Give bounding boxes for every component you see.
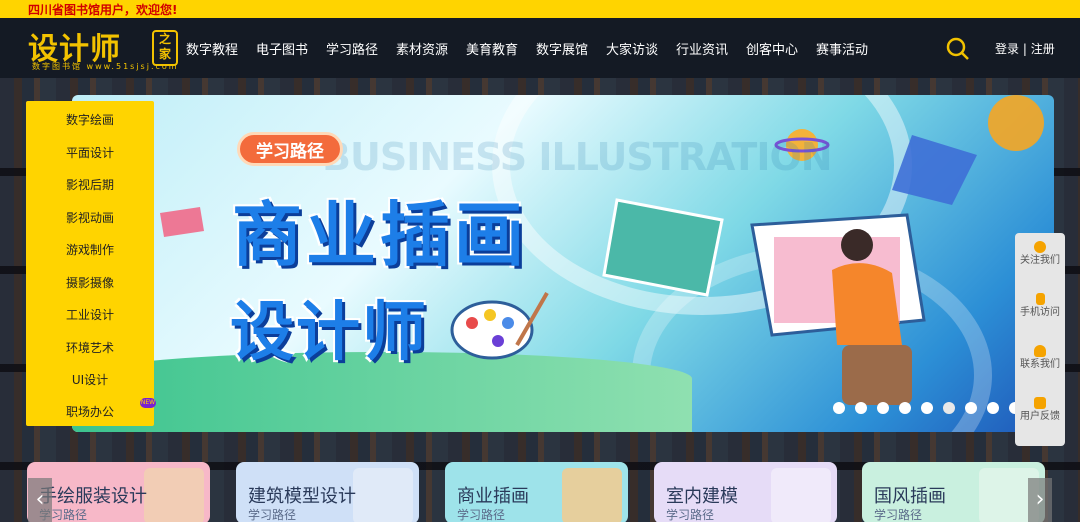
nav-item-tutorials[interactable]: 数字教程 xyxy=(186,39,238,58)
site-header: 设计师 之家 数字图书馆 www.51sjsj.com 数字教程 电子图书 学习… xyxy=(0,18,1080,78)
card-art xyxy=(353,468,413,522)
mobile-access-button[interactable]: 手机访问 xyxy=(1015,293,1065,319)
nav-item-ebooks[interactable]: 电子图书 xyxy=(256,39,308,58)
carousel-dot[interactable] xyxy=(965,402,977,414)
category-environment-art[interactable]: 环境艺术 xyxy=(26,339,154,356)
card-architecture-model[interactable]: 建筑模型设计 学习路径 xyxy=(236,462,419,522)
nav-item-industry-news[interactable]: 行业资讯 xyxy=(676,39,728,58)
card-art xyxy=(144,468,204,522)
login-link[interactable]: 登录 xyxy=(995,42,1019,56)
banner-title-line2: 设计师 xyxy=(230,296,428,370)
carousel-dot[interactable] xyxy=(987,402,999,414)
category-photography[interactable]: 摄影摄像 xyxy=(26,274,154,291)
card-subtitle: 学习路径 xyxy=(248,508,297,522)
category-ui-design[interactable]: UI设计 xyxy=(26,371,154,388)
floating-sidebar: 关注我们 手机访问 联系我们 用户反馈 xyxy=(1015,233,1065,446)
feedback-label: 用户反馈 xyxy=(1020,411,1060,422)
banner-tag: 学习路径 xyxy=(237,132,343,166)
search-icon[interactable] xyxy=(946,37,970,61)
feedback-button[interactable]: 用户反馈 xyxy=(1015,397,1065,423)
category-menu: 数字绘画 平面设计 影视后期 影视动画 游戏制作 摄影摄像 工业设计 环境艺术 … xyxy=(26,101,156,426)
auth-separator: | xyxy=(1022,42,1027,56)
chat-icon xyxy=(1034,241,1046,253)
card-subtitle: 学习路径 xyxy=(874,508,923,522)
category-graphic-design[interactable]: 平面设计 xyxy=(26,144,154,161)
card-title: 手绘服装设计 xyxy=(39,486,147,507)
site-logo[interactable]: 设计师 之家 数字图书馆 www.51sjsj.com xyxy=(28,26,180,72)
card-art xyxy=(562,468,622,522)
category-post-production[interactable]: 影视后期 xyxy=(26,176,154,193)
card-chinese-style-illustration[interactable]: 国风插画 学习路径 xyxy=(862,462,1045,522)
mobile-access-label: 手机访问 xyxy=(1020,307,1060,318)
user-icon xyxy=(1034,345,1046,357)
hero-banner[interactable]: BUSINESS ILLUSTRATION 学习路径 商业插画 设计师 xyxy=(72,95,1054,432)
category-animation[interactable]: 影视动画 xyxy=(26,209,154,226)
contact-us-button[interactable]: 联系我们 xyxy=(1015,345,1065,371)
card-fashion-design[interactable]: 手绘服装设计 学习路径 xyxy=(27,462,210,522)
nav-item-assets[interactable]: 素材资源 xyxy=(396,39,448,58)
category-game-dev[interactable]: 游戏制作 xyxy=(26,241,154,258)
welcome-text: 四川省图书馆用户，欢迎您! xyxy=(28,3,178,17)
follow-us-button[interactable]: 关注我们 xyxy=(1015,241,1065,267)
nav-item-art-education[interactable]: 美育教育 xyxy=(466,39,518,58)
card-title: 商业插画 xyxy=(457,486,529,507)
cards-prev-arrow[interactable]: ‹ xyxy=(28,478,52,522)
auth-links: 登录 | 注册 xyxy=(995,40,1055,57)
nav-item-competitions[interactable]: 赛事活动 xyxy=(816,39,868,58)
contact-us-label: 联系我们 xyxy=(1020,359,1060,370)
card-subtitle: 学习路径 xyxy=(666,508,715,522)
card-subtitle: 学习路径 xyxy=(457,508,506,522)
card-art xyxy=(771,468,831,522)
nav-item-learning-path[interactable]: 学习路径 xyxy=(326,39,378,58)
carousel-dot[interactable] xyxy=(833,402,845,414)
nav-item-exhibition[interactable]: 数字展馆 xyxy=(536,39,588,58)
banner-ghost-text: BUSINESS ILLUSTRATION xyxy=(322,135,833,179)
category-industrial-design[interactable]: 工业设计 xyxy=(26,306,154,323)
banner-title-line1: 商业插画 xyxy=(232,194,528,276)
carousel-dot[interactable] xyxy=(899,402,911,414)
card-commercial-illustration[interactable]: 商业插画 学习路径 xyxy=(445,462,628,522)
follow-us-label: 关注我们 xyxy=(1020,255,1060,266)
card-title: 建筑模型设计 xyxy=(248,486,356,507)
carousel-dot[interactable] xyxy=(877,402,889,414)
new-badge: NEW xyxy=(140,398,156,408)
carousel-dot[interactable] xyxy=(943,402,955,414)
logo-subtitle: 数字图书馆 www.51sjsj.com xyxy=(32,62,179,71)
card-interior-modeling[interactable]: 室内建模 学习路径 xyxy=(654,462,837,522)
card-title: 室内建模 xyxy=(666,486,738,507)
register-link[interactable]: 注册 xyxy=(1031,42,1055,56)
nav-item-maker-center[interactable]: 创客中心 xyxy=(746,39,798,58)
carousel-dot[interactable] xyxy=(921,402,933,414)
category-office[interactable]: 职场办公 xyxy=(26,403,154,420)
clipboard-icon xyxy=(1034,397,1046,409)
learning-path-cards: 手绘服装设计 学习路径 建筑模型设计 学习路径 商业插画 学习路径 室内建模 学… xyxy=(0,462,1080,522)
nav-item-interviews[interactable]: 大家访谈 xyxy=(606,39,658,58)
category-digital-painting[interactable]: 数字绘画 xyxy=(26,111,154,128)
phone-icon xyxy=(1035,293,1045,305)
cards-next-arrow[interactable]: › xyxy=(1028,478,1052,522)
carousel-dot[interactable] xyxy=(855,402,867,414)
card-title: 国风插画 xyxy=(874,486,946,507)
welcome-bar: 四川省图书馆用户，欢迎您! xyxy=(0,0,1080,18)
